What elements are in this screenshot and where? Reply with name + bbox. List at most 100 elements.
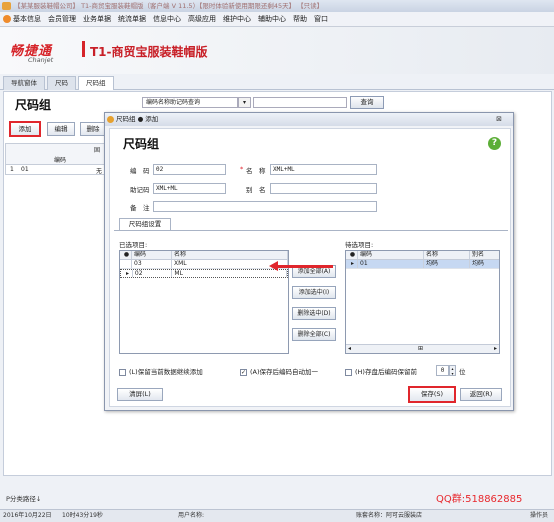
page-title: 尺码组	[15, 98, 52, 112]
menu-bar: 基本信息 会员管理 业务单据 统流单据 信息中心 高级应用 维护中心 辅助中心 …	[0, 12, 554, 27]
selected-items-grid[interactable]: ● 编码 名称 03 XML ▸ 02 ML	[119, 250, 289, 354]
grid-dot-icon: ●	[346, 251, 358, 259]
auto-increment-option[interactable]: ✓ (A)保存后编码自动加一	[240, 366, 318, 376]
add-selected-button[interactable]: 添加选中(I)	[292, 286, 336, 299]
auto-increment-checkbox[interactable]: ✓	[240, 368, 247, 376]
add-button[interactable]: 添加	[9, 121, 41, 137]
window-title: 【某某服装鞋帽公司】 T1-商贸宝服装鞋帽版（客户端 V 11.5）【限时体验新…	[14, 2, 324, 10]
window-title-bar: 【某某服装鞋帽公司】 T1-商贸宝服装鞋帽版（客户端 V 11.5）【限时体验新…	[0, 0, 554, 12]
grid-col-code: 编码	[54, 157, 67, 164]
keep-data-option[interactable]: (L)保留当前数据继续添加	[119, 366, 203, 376]
pending-col-name: 名称	[424, 251, 470, 259]
row-index: 1	[10, 166, 14, 173]
tab-size-group-settings[interactable]: 尺码组设置	[119, 218, 171, 230]
menu-aux-center[interactable]: 辅助中心	[258, 14, 286, 24]
row-code: 01	[21, 166, 29, 173]
pending-col-code: 编码	[358, 251, 424, 259]
tab-navigation[interactable]: 导航窗体	[3, 76, 45, 90]
scroll-left-icon[interactable]: ◂	[348, 345, 351, 353]
query-button[interactable]: 查询	[350, 96, 384, 109]
status-user: 用户名称:	[178, 512, 205, 519]
remark-label: 备 注	[130, 204, 150, 212]
dialog-heading: 尺码组	[123, 137, 160, 151]
selected-row-name: ML	[172, 270, 287, 277]
alias-label: 别 名	[246, 186, 266, 194]
menu-info-center[interactable]: 信息中心	[153, 14, 181, 24]
name-input[interactable]: XML+ML	[270, 164, 377, 175]
delete-button[interactable]: 删除	[80, 122, 106, 136]
grid-dot-icon: ●	[120, 251, 132, 259]
mnemonic-input[interactable]: XML+ML	[153, 183, 226, 194]
status-bar: 2016年10月22日 10时43分19秒 用户名称: 账套名称：阿可云服装店 …	[0, 509, 554, 522]
dialog-app-icon	[107, 116, 114, 123]
name-label: 名 称	[246, 167, 266, 175]
pending-row-name: 均码	[424, 260, 470, 268]
status-operator: 操作员	[530, 512, 549, 519]
size-group-grid-header: 固 编码	[5, 143, 105, 165]
query-field-select[interactable]: 编码名称助记码查询	[142, 97, 238, 108]
query-input[interactable]	[253, 97, 347, 108]
menu-advanced[interactable]: 高级应用	[188, 14, 216, 24]
menu-window[interactable]: 窗口	[314, 14, 328, 24]
selected-row-code: 03	[132, 260, 172, 268]
menu-maintenance[interactable]: 维护中心	[223, 14, 251, 24]
menu-basic-info[interactable]: 基本信息	[3, 14, 41, 24]
stepper-arrows-icon[interactable]: ▴ ▾	[449, 365, 456, 376]
annotation-arrow-icon	[269, 261, 278, 271]
selected-items-label: 已选项目:	[119, 241, 148, 249]
back-button[interactable]: 返回(R)	[460, 388, 502, 401]
grid-header-partial: 固	[94, 147, 101, 154]
brand-logo-en: Chanjet	[28, 56, 54, 64]
pending-row-alias: 均码	[472, 260, 485, 267]
menu-member[interactable]: 会员管理	[48, 14, 76, 24]
table-row[interactable]: ▸ 02 ML	[120, 269, 288, 278]
remark-input[interactable]	[153, 201, 377, 212]
required-mark: *	[240, 165, 244, 173]
scroll-right-icon[interactable]: ▸	[494, 345, 497, 353]
alias-input[interactable]	[270, 183, 377, 194]
pending-row-code: 01	[358, 260, 424, 268]
row-trail: 无	[96, 168, 103, 175]
menu-flow-docs[interactable]: 统流单据	[118, 14, 146, 24]
pending-grid-header: ● 编码 名称 别名	[346, 251, 499, 260]
chevron-down-icon[interactable]: ▾	[238, 97, 251, 108]
table-row[interactable]: ▸ 01 均码 均码	[346, 260, 499, 269]
selected-col-code: 编码	[132, 251, 172, 259]
keep-digits-option[interactable]: (H)存盘后编码保留前	[345, 366, 417, 376]
help-icon[interactable]: ?	[488, 137, 501, 150]
scroll-thumb-icon[interactable]: ⊞	[418, 345, 423, 353]
remove-selected-button[interactable]: 删除选中(D)	[292, 307, 336, 320]
code-input[interactable]: 02	[153, 164, 226, 175]
status-time: 10时43分19秒	[62, 512, 103, 519]
keep-data-checkbox[interactable]	[119, 368, 126, 376]
close-icon[interactable]: ⊠	[494, 115, 504, 124]
save-button[interactable]: 保存(S)	[408, 386, 456, 403]
remove-all-button[interactable]: 删除全部(C)	[292, 328, 336, 341]
clear-button[interactable]: 清屏(L)	[117, 388, 163, 401]
digits-stepper-input[interactable]: 0	[436, 365, 449, 376]
qq-group: QQ群:518862885	[436, 494, 523, 505]
app-icon	[2, 2, 11, 10]
tab-size[interactable]: 尺码	[47, 76, 76, 90]
annotation-arrow-line	[275, 265, 333, 268]
category-path: P分类路径↓	[6, 495, 42, 503]
pending-items-grid[interactable]: ● 编码 名称 别名 ▸ 01 均码 均码 ◂ ⊞ ▸	[345, 250, 500, 354]
selected-row-code: 02	[133, 270, 173, 277]
selected-grid-header: ● 编码 名称	[120, 251, 288, 260]
row-pointer-icon: ▸	[346, 260, 358, 268]
edit-button[interactable]: 编辑	[47, 122, 75, 136]
row-pointer-icon: ▸	[121, 270, 133, 277]
horizontal-scrollbar[interactable]: ◂ ⊞ ▸	[346, 344, 499, 353]
digits-unit: 位	[459, 368, 466, 376]
table-row[interactable]: 03 XML	[120, 260, 288, 269]
brand-divider	[82, 41, 85, 57]
keep-digits-checkbox[interactable]	[345, 368, 352, 376]
selected-col-name: 名称	[172, 251, 288, 259]
table-row[interactable]: 1 01 无	[5, 165, 105, 175]
tab-strip: 导航窗体 尺码 尺码组	[0, 76, 554, 90]
product-name: T1-商贸宝服装鞋帽版	[90, 45, 208, 59]
tab-size-group[interactable]: 尺码组	[78, 76, 114, 90]
pending-items-label: 待选项目:	[345, 241, 374, 249]
menu-help[interactable]: 帮助	[293, 14, 307, 24]
menu-business-docs[interactable]: 业务单据	[83, 14, 111, 24]
